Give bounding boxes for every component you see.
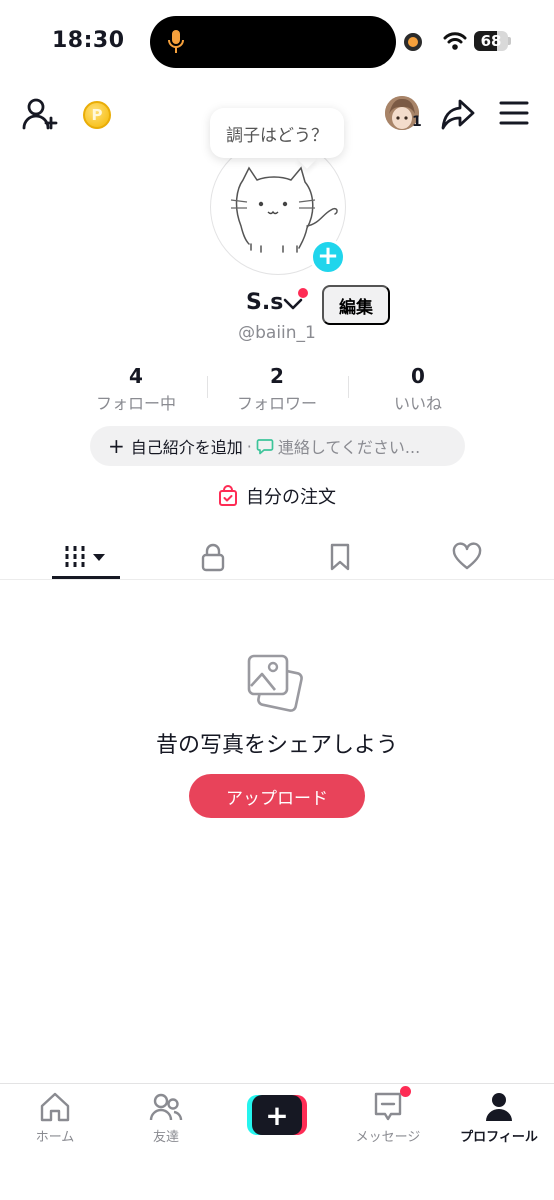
tab-private[interactable] bbox=[144, 534, 282, 580]
battery-level-text: 68 bbox=[480, 32, 502, 50]
battery-cap bbox=[508, 37, 511, 45]
tabs-divider bbox=[0, 579, 554, 580]
profile-name[interactable]: S.s bbox=[246, 290, 283, 315]
share-icon[interactable] bbox=[440, 97, 476, 131]
account-count: 1 bbox=[412, 114, 422, 130]
shopping-bag-icon bbox=[219, 485, 237, 506]
microphone-icon bbox=[168, 30, 184, 53]
upload-button[interactable]: アップロード bbox=[189, 774, 365, 818]
coin-label: P bbox=[91, 106, 103, 124]
friends-icon bbox=[149, 1093, 183, 1121]
lock-icon bbox=[201, 543, 225, 572]
nav-friends[interactable]: 友達 bbox=[111, 1090, 221, 1150]
nav-home[interactable]: ホーム bbox=[0, 1090, 110, 1150]
edit-profile-button[interactable]: 編集 bbox=[322, 285, 390, 325]
tab-liked[interactable] bbox=[398, 534, 536, 580]
photos-icon bbox=[247, 654, 303, 712]
battery-indicator: 68 bbox=[474, 31, 508, 51]
stat-label: いいね bbox=[393, 394, 442, 413]
plus-icon: + bbox=[108, 434, 125, 458]
notification-dot bbox=[298, 288, 308, 298]
menu-icon[interactable] bbox=[499, 100, 529, 126]
nav-inbox[interactable]: メッセージ bbox=[333, 1090, 443, 1150]
profile-handle: @baiin_1 bbox=[238, 323, 316, 343]
bottom-nav-divider bbox=[0, 1083, 554, 1084]
add-bio-label[interactable]: 自己紹介を追加 bbox=[131, 434, 243, 458]
empty-state-title: 昔の写真をシェアしよう bbox=[155, 733, 398, 758]
stat-value: 0 bbox=[411, 364, 425, 388]
status-time: 18:30 bbox=[52, 28, 125, 53]
heart-icon bbox=[452, 542, 482, 570]
status-bubble[interactable]: 調子はどう？ bbox=[210, 108, 344, 158]
inbox-icon bbox=[374, 1092, 402, 1121]
recording-indicator-icon bbox=[404, 33, 422, 51]
nav-label: 友達 bbox=[152, 1130, 179, 1145]
chevron-down-icon[interactable] bbox=[283, 296, 303, 312]
tab-videos[interactable] bbox=[17, 534, 155, 580]
grid-icon bbox=[65, 546, 105, 568]
plus-icon: + bbox=[252, 1095, 302, 1135]
stat-label: フォロー中 bbox=[95, 394, 176, 413]
tab-saved[interactable] bbox=[271, 534, 409, 580]
stat-label: フォロワー bbox=[236, 394, 317, 413]
dynamic-island bbox=[150, 16, 396, 68]
bookmark-icon bbox=[330, 543, 350, 571]
create-button[interactable]: + bbox=[247, 1095, 307, 1135]
add-avatar-button[interactable]: + bbox=[310, 239, 346, 275]
nav-profile[interactable]: プロフィール bbox=[444, 1090, 554, 1150]
bio-pill[interactable]: + 自己紹介を追加 · 連絡してください... bbox=[90, 426, 465, 466]
add-friend-icon[interactable] bbox=[22, 96, 58, 132]
nav-label: ホーム bbox=[35, 1130, 75, 1145]
stat-value: 2 bbox=[270, 364, 284, 388]
my-orders-link[interactable]: 自分の注文 bbox=[0, 483, 554, 509]
contact-label[interactable]: 連絡してください... bbox=[278, 434, 420, 458]
home-icon bbox=[40, 1092, 70, 1122]
stat-following[interactable]: 4 フォロー中 bbox=[66, 364, 206, 414]
stat-followers[interactable]: 2 フォロワー bbox=[207, 364, 347, 414]
notification-dot bbox=[400, 1086, 411, 1097]
stat-likes[interactable]: 0 いいね bbox=[348, 364, 488, 414]
nav-label: メッセージ bbox=[355, 1130, 421, 1145]
profile-icon bbox=[486, 1093, 512, 1121]
orders-label: 自分の注文 bbox=[246, 487, 336, 508]
plus-icon: + bbox=[317, 241, 339, 271]
bubble-text: 調子はどう？ bbox=[226, 125, 328, 146]
bio-separator: · bbox=[246, 436, 252, 456]
wifi-icon bbox=[443, 32, 467, 50]
coin-icon[interactable]: P bbox=[83, 101, 111, 129]
stat-value: 4 bbox=[129, 364, 143, 388]
nav-label: プロフィール bbox=[460, 1130, 538, 1145]
chat-bubble-icon bbox=[256, 439, 274, 455]
